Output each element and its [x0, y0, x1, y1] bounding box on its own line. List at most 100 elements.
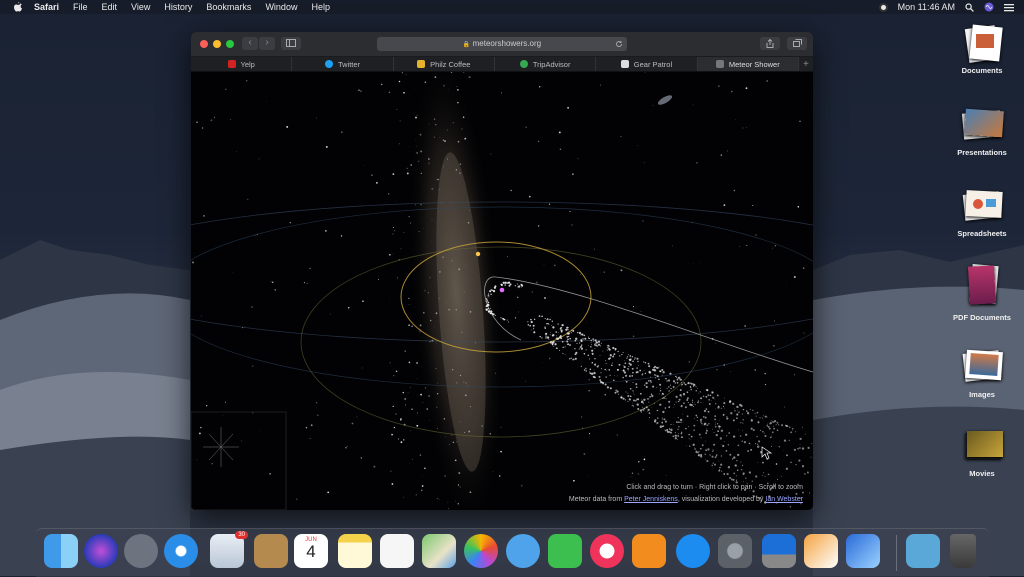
tab-meteor-shower[interactable]: Meteor Shower — [698, 57, 799, 71]
control-center-icon[interactable] — [1004, 3, 1014, 12]
record-icon[interactable] — [879, 3, 888, 12]
peter-jenniskens-link[interactable]: Peter Jenniskens — [624, 496, 678, 503]
star — [784, 406, 785, 407]
desktop-stack-pdf-documents[interactable]: PDF Documents — [945, 263, 1019, 322]
meteor-particle — [564, 347, 565, 348]
desktop-stack-documents[interactable]: Documents — [945, 24, 1019, 75]
space-scene[interactable] — [191, 72, 813, 510]
desktop-stack-movies[interactable]: Movies — [945, 427, 1019, 478]
xcode-icon[interactable] — [846, 534, 880, 568]
star — [571, 224, 572, 225]
tab-gear-patrol[interactable]: Gear Patrol — [596, 57, 697, 71]
menu-clock[interactable]: Mon 11:46 AM — [898, 2, 955, 12]
forward-button[interactable]: › — [259, 37, 275, 50]
menu-view[interactable]: View — [131, 2, 150, 12]
mini-map[interactable] — [191, 412, 286, 510]
spotlight-search-icon[interactable] — [965, 3, 974, 12]
close-window-button[interactable] — [200, 40, 208, 48]
tab-twitter[interactable]: Twitter — [292, 57, 393, 71]
meteor-particle — [719, 428, 720, 429]
meteor-particle — [558, 332, 559, 333]
zoom-window-button[interactable] — [226, 40, 234, 48]
app-store-icon[interactable] — [676, 534, 710, 568]
siri-dock-icon[interactable] — [84, 534, 118, 568]
meteor-particle — [601, 368, 602, 369]
ian-webster-link[interactable]: Ian Webster — [765, 496, 803, 503]
back-button[interactable]: ‹ — [242, 37, 258, 50]
calendar-icon[interactable]: JUN 4 — [294, 534, 328, 568]
meteor-particle — [665, 398, 666, 399]
meteor-particle — [579, 332, 581, 334]
meteor-particle — [680, 394, 682, 396]
reminders-icon[interactable] — [380, 534, 414, 568]
menu-edit[interactable]: Edit — [102, 2, 118, 12]
finder-icon[interactable] — [44, 534, 78, 568]
meteor-particle — [606, 376, 607, 377]
desktop-stack-spreadsheets[interactable]: Spreadsheets — [945, 187, 1019, 238]
meteor-particle — [738, 412, 739, 413]
notes-icon[interactable] — [338, 534, 372, 568]
mail-icon[interactable]: 30 — [210, 534, 244, 568]
meteor-particle — [693, 384, 695, 386]
keynote-icon[interactable] — [762, 534, 796, 568]
star — [424, 467, 426, 469]
reload-icon[interactable] — [615, 40, 623, 48]
sidebar-toggle-button[interactable] — [281, 37, 301, 50]
music-icon[interactable] — [590, 534, 624, 568]
meteor-particle — [677, 382, 679, 384]
meteor-particle — [670, 385, 671, 386]
menu-history[interactable]: History — [164, 2, 192, 12]
trash-icon[interactable] — [950, 534, 976, 568]
meteor-particle — [683, 422, 684, 423]
meteor-visualization[interactable]: Click and drag to turn · Right click to … — [191, 72, 813, 510]
meteor-particle — [799, 438, 801, 440]
meteor-particle — [545, 335, 546, 336]
star — [196, 459, 197, 460]
address-bar[interactable]: 🔒 meteorshowers.org — [377, 37, 627, 51]
menu-bar: Safari File Edit View History Bookmarks … — [0, 0, 1024, 14]
star — [307, 283, 308, 284]
meteor-particle — [648, 365, 650, 367]
star — [594, 249, 595, 250]
minimize-window-button[interactable] — [213, 40, 221, 48]
meteor-particle — [615, 348, 616, 349]
meteor-particle — [790, 462, 792, 464]
tab-tripadvisor[interactable]: TripAdvisor — [495, 57, 596, 71]
new-tab-button[interactable]: + — [799, 57, 813, 71]
system-preferences-icon[interactable] — [718, 534, 752, 568]
meteor-particle — [560, 327, 562, 329]
messages-icon[interactable] — [506, 534, 540, 568]
meteor-particle — [686, 384, 687, 385]
desktop-stack-presentations[interactable]: Presentations — [945, 106, 1019, 157]
facetime-icon[interactable] — [548, 534, 582, 568]
meteor-particle — [709, 403, 711, 405]
star — [420, 394, 422, 396]
apple-icon[interactable] — [12, 1, 24, 13]
menu-app-name[interactable]: Safari — [34, 2, 59, 12]
pages-icon[interactable] — [804, 534, 838, 568]
meteor-particle — [688, 434, 690, 436]
menu-bookmarks[interactable]: Bookmarks — [206, 2, 251, 12]
siri-icon[interactable] — [984, 2, 994, 12]
meteor-particle — [718, 406, 720, 408]
launchpad-icon[interactable] — [124, 534, 158, 568]
menu-window[interactable]: Window — [265, 2, 297, 12]
star — [518, 311, 519, 312]
star — [222, 415, 223, 416]
tab-overview-button[interactable] — [787, 37, 807, 50]
safari-dock-icon[interactable] — [164, 534, 198, 568]
meteor-particle — [645, 362, 646, 363]
meteor-particle — [724, 441, 725, 442]
downloads-folder-icon[interactable] — [906, 534, 940, 568]
photos-icon[interactable] — [464, 534, 498, 568]
contacts-icon[interactable] — [254, 534, 288, 568]
share-button[interactable] — [760, 37, 780, 50]
menu-help[interactable]: Help — [311, 2, 330, 12]
books-icon[interactable] — [632, 534, 666, 568]
menu-file[interactable]: File — [73, 2, 88, 12]
maps-icon[interactable] — [422, 534, 456, 568]
star — [799, 121, 800, 122]
tab-philz-coffee[interactable]: Philz Coffee — [394, 57, 495, 71]
tab-yelp[interactable]: Yelp — [191, 57, 292, 71]
desktop-stack-images[interactable]: Images — [945, 348, 1019, 399]
